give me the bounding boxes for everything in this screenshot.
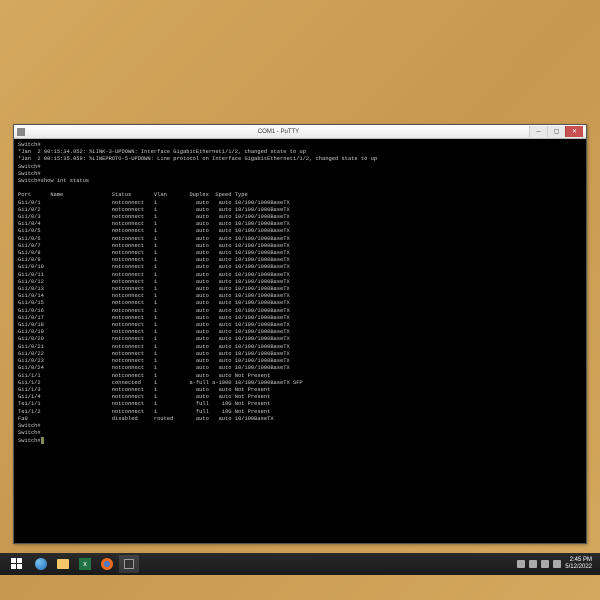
tray-icon[interactable] xyxy=(529,560,537,568)
titlebar[interactable]: COM1 - PuTTY ─ ▢ ✕ xyxy=(14,125,586,139)
putty-taskbar-icon xyxy=(124,559,134,569)
system-tray: 2:45 PM 5/12/2022 xyxy=(517,557,596,571)
close-button[interactable]: ✕ xyxy=(565,126,583,137)
taskbar-app-firefox[interactable] xyxy=(97,555,117,573)
folder-icon xyxy=(57,559,69,569)
clock-time: 2:45 PM xyxy=(565,557,592,564)
taskbar-app-ie[interactable] xyxy=(31,555,51,573)
terminal-output[interactable]: Switch# *Jan 2 00:15:34.952: %LINK-3-UPD… xyxy=(14,139,586,543)
putty-app-icon xyxy=(17,128,25,136)
taskbar-app-putty[interactable] xyxy=(119,555,139,573)
excel-icon: x xyxy=(79,558,91,570)
taskbar-clock[interactable]: 2:45 PM 5/12/2022 xyxy=(565,557,592,571)
ie-icon xyxy=(35,558,47,570)
minimize-button[interactable]: ─ xyxy=(529,126,547,137)
clock-date: 5/12/2022 xyxy=(565,564,592,571)
tray-network-icon[interactable] xyxy=(541,560,549,568)
start-button[interactable] xyxy=(4,555,30,573)
window-title: COM1 - PuTTY xyxy=(28,129,529,135)
maximize-button[interactable]: ▢ xyxy=(547,126,565,137)
taskbar-app-explorer[interactable] xyxy=(53,555,73,573)
tray-volume-icon[interactable] xyxy=(553,560,561,568)
putty-window: COM1 - PuTTY ─ ▢ ✕ Switch# *Jan 2 00:15:… xyxy=(13,124,587,544)
firefox-icon xyxy=(101,558,113,570)
taskbar-app-excel[interactable]: x xyxy=(75,555,95,573)
taskbar: x 2:45 PM 5/12/2022 xyxy=(0,553,600,575)
windows-logo-icon xyxy=(11,558,23,570)
tray-icon[interactable] xyxy=(517,560,525,568)
